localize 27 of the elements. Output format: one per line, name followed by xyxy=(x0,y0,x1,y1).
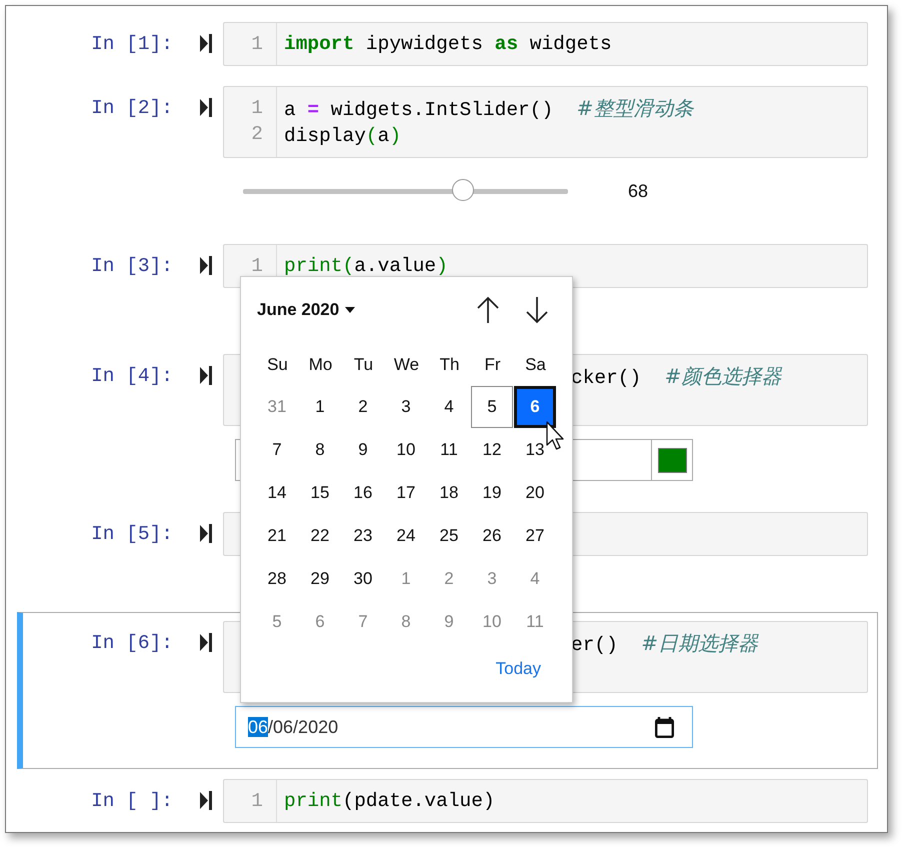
weekday-label: Su xyxy=(266,354,289,376)
weekday-label: Tu xyxy=(352,354,374,376)
code-line: display(a) xyxy=(284,124,402,149)
line-number: 1 xyxy=(250,96,264,121)
weekday-label: Fr xyxy=(483,354,502,376)
line-number: 2 xyxy=(250,122,264,147)
input-prompt: In [ ]: xyxy=(90,789,173,814)
line-number: 1 xyxy=(250,254,264,279)
code-line: cker() #颜色选择器 xyxy=(571,363,784,391)
input-prompt: In [6]: xyxy=(90,631,173,656)
weekday-label: Th xyxy=(438,354,460,376)
code-line: er() #日期选择器 xyxy=(571,630,760,658)
code-line: import ipywidgets as widgets xyxy=(284,32,613,57)
input-prompt: In [5]: xyxy=(90,522,173,547)
input-prompt: In [4]: xyxy=(90,364,173,389)
code-line: print(pdate.value) xyxy=(284,789,496,814)
line-number: 1 xyxy=(250,789,264,814)
input-prompt: In [3]: xyxy=(90,254,173,279)
code-line: print(a.value) xyxy=(284,254,449,279)
slider-value: 68 xyxy=(628,180,648,202)
weekday-label: Mo xyxy=(308,354,334,376)
weekday-label: Sa xyxy=(524,354,547,376)
input-prompt: In [2]: xyxy=(90,96,173,121)
input-prompt: In [1]: xyxy=(90,32,173,57)
line-number: 1 xyxy=(250,32,264,57)
code-line: a = widgets.IntSlider() #整型滑动条 xyxy=(284,95,695,123)
weekday-label: We xyxy=(392,354,420,376)
